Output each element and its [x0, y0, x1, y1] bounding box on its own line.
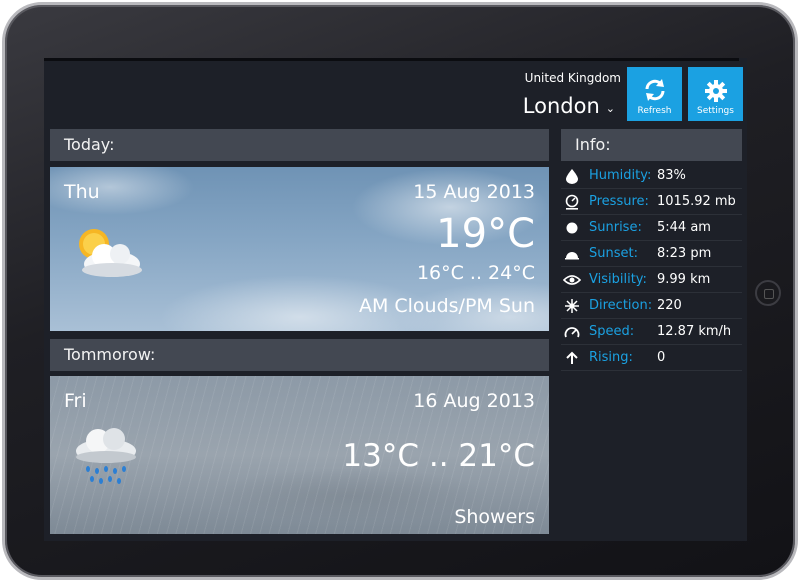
info-row-sunrise: Sunrise: 5:44 am: [561, 215, 742, 241]
info-label: Rising:: [589, 350, 633, 365]
tomorrow-temp-range: 13°C .. 21°C: [342, 438, 535, 474]
info-label: Visibility:: [589, 272, 647, 287]
pressure-icon: [561, 194, 583, 210]
info-row-sunset: Sunset: 8:23 pm: [561, 241, 742, 267]
today-forecast-card: Thu 15 Aug 2013 19°C 16°C .. 24°C AM Clo…: [50, 167, 549, 331]
info-value: 8:23 pm: [657, 246, 712, 261]
info-value: 1015.92 mb: [657, 194, 736, 209]
info-label: Sunset:: [589, 246, 638, 261]
rain-cloud-icon: [76, 428, 136, 484]
info-value: 12.87 km/h: [657, 324, 732, 339]
city-selector[interactable]: London ⌄: [523, 94, 615, 118]
tomorrow-day: Fri: [64, 390, 87, 412]
rising-arrow-icon: [561, 351, 583, 365]
city-name: London: [522, 94, 600, 118]
tomorrow-date: 16 Aug 2013: [413, 390, 535, 412]
settings-label: Settings: [697, 106, 734, 116]
refresh-button[interactable]: Refresh: [627, 67, 682, 121]
humidity-icon: [561, 168, 583, 184]
today-condition: AM Clouds/PM Sun: [358, 295, 535, 317]
chevron-down-icon: ⌄: [605, 101, 615, 115]
partly-sunny-icon: [79, 229, 142, 277]
tomorrow-forecast-card: Fri 16 Aug 2013 13°C .. 21°C Showers: [50, 376, 549, 534]
info-row-rising: Rising: 0: [561, 345, 742, 371]
today-section-header: Today:: [50, 129, 549, 161]
info-row-direction: Direction: 220: [561, 293, 742, 319]
speed-icon: [561, 325, 583, 339]
top-divider: [44, 58, 739, 61]
gear-icon: [704, 80, 727, 102]
tomorrow-condition: Showers: [454, 506, 535, 528]
info-value: 0: [657, 350, 666, 365]
app-screen: United Kingdom London ⌄ Refresh Settings…: [44, 58, 747, 541]
country-label: United Kingdom: [524, 71, 621, 85]
tomorrow-section-header: Tommorow:: [50, 339, 549, 371]
info-label: Humidity:: [589, 168, 652, 183]
sunset-icon: [561, 248, 583, 260]
info-label: Sunrise:: [589, 220, 642, 235]
today-date: 15 Aug 2013: [413, 181, 535, 203]
home-button[interactable]: [755, 280, 781, 306]
info-label: Speed:: [589, 324, 635, 339]
info-label: Pressure:: [589, 194, 649, 209]
info-section-header: Info:: [561, 129, 742, 161]
info-row-visibility: Visibility: 9.99 km: [561, 267, 742, 293]
refresh-label: Refresh: [637, 106, 672, 116]
info-list: Humidity: 83% Pressure: 1015.92 mb Sunri…: [561, 163, 742, 371]
visibility-icon: [561, 274, 583, 286]
info-value: 9.99 km: [657, 272, 711, 287]
info-row-pressure: Pressure: 1015.92 mb: [561, 189, 742, 215]
wind-direction-icon: [561, 298, 583, 314]
refresh-icon: [645, 79, 664, 101]
today-current-temp: 19°C: [436, 211, 535, 257]
info-value: 83%: [657, 168, 686, 183]
today-temp-range: 16°C .. 24°C: [416, 262, 535, 284]
info-value: 220: [657, 298, 682, 313]
info-row-speed: Speed: 12.87 km/h: [561, 319, 742, 345]
sunrise-icon: [561, 221, 583, 235]
settings-button[interactable]: Settings: [688, 67, 743, 121]
info-label: Direction:: [589, 298, 653, 313]
info-value: 5:44 am: [657, 220, 711, 235]
tablet-frame: United Kingdom London ⌄ Refresh Settings…: [2, 2, 798, 580]
today-day: Thu: [64, 181, 100, 203]
info-row-humidity: Humidity: 83%: [561, 163, 742, 189]
